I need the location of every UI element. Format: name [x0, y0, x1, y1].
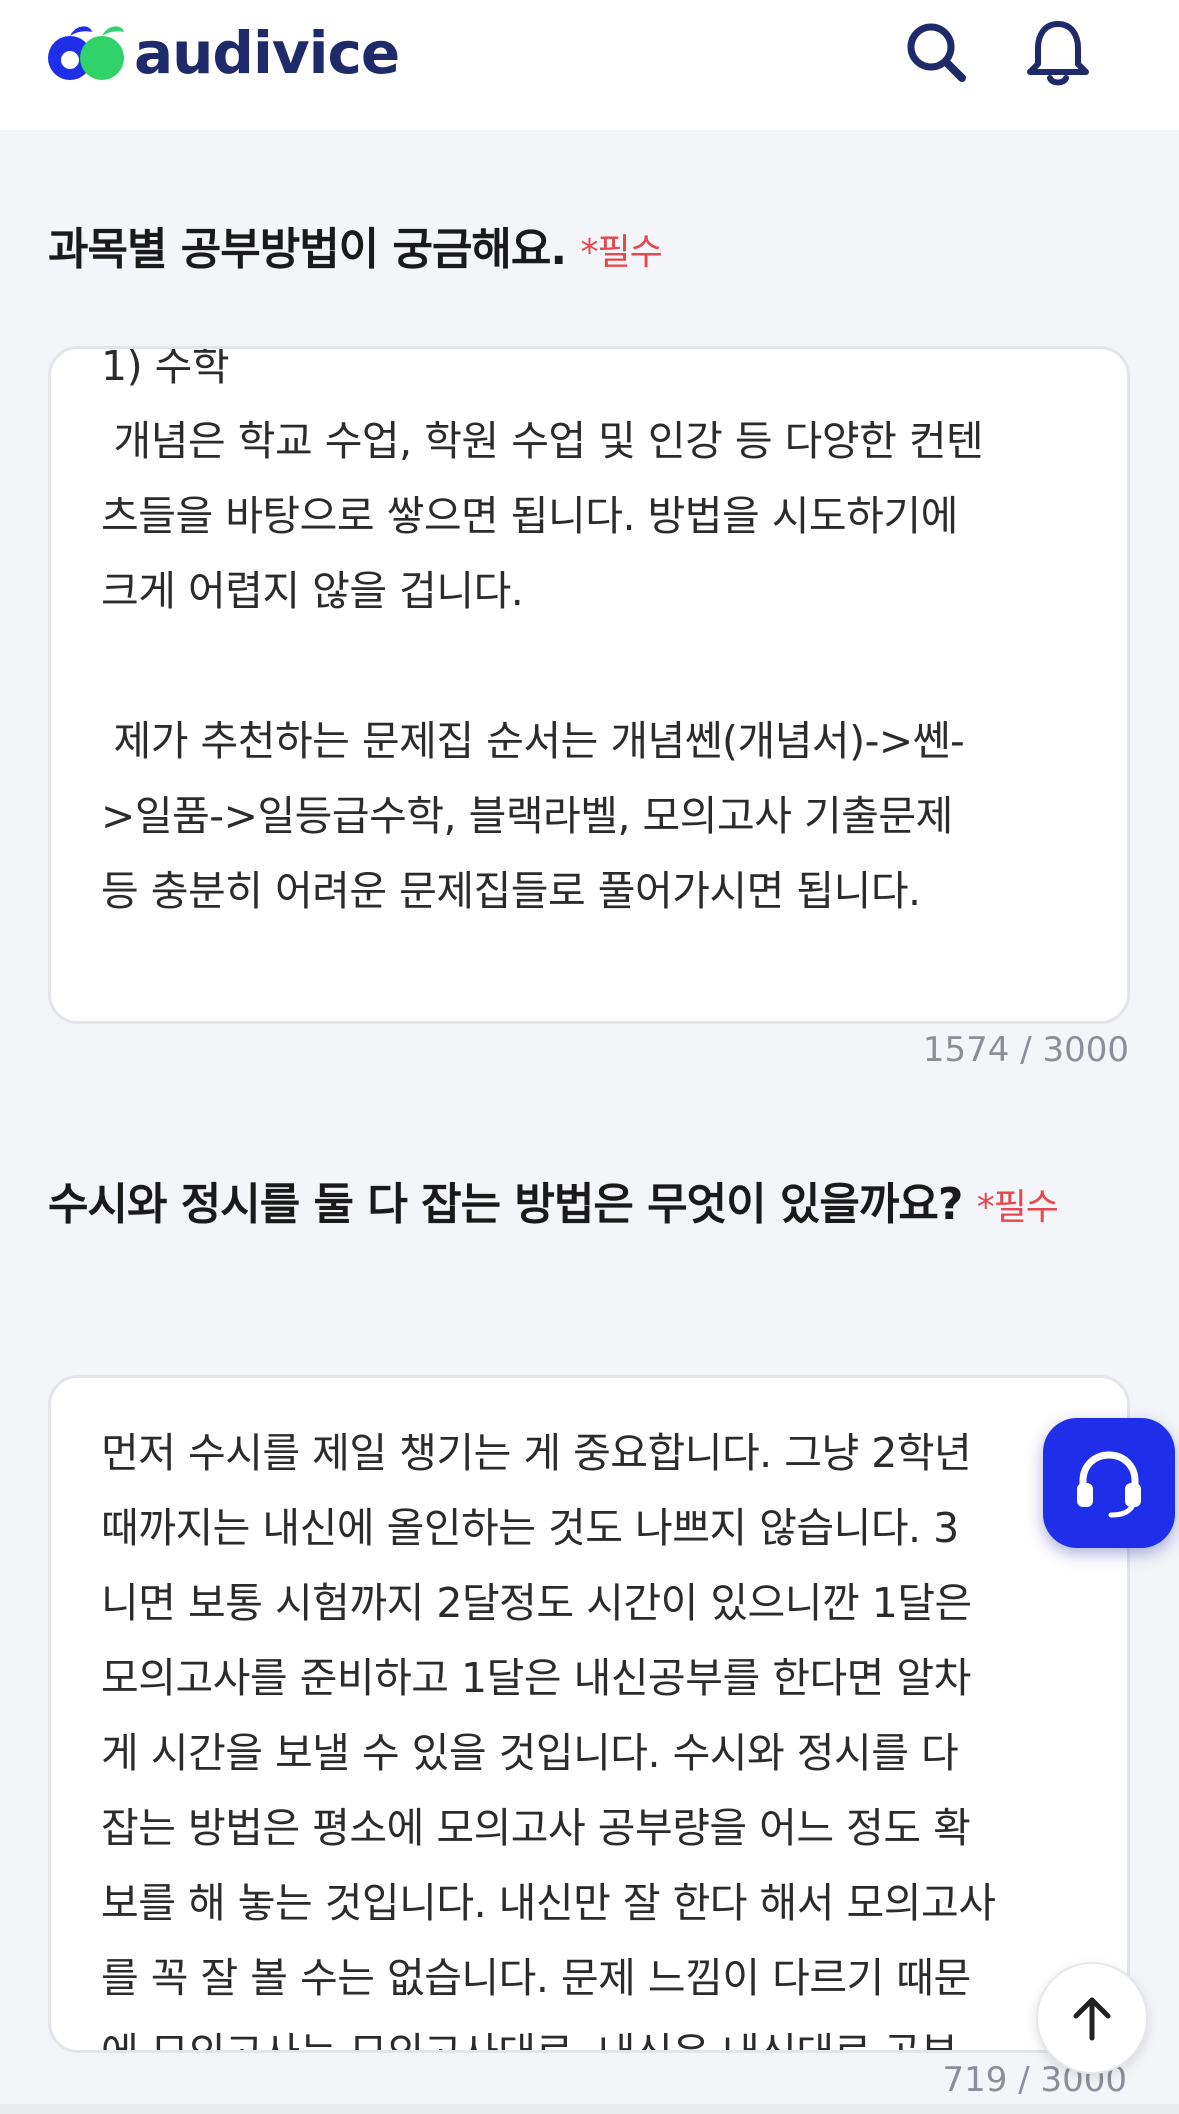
question-title-1: 과목별 공부방법이 궁금해요. *필수 — [48, 205, 1138, 298]
arrow-up-icon — [1073, 1997, 1111, 2041]
headset-icon — [1077, 1451, 1141, 1518]
bell-icon — [1027, 21, 1089, 86]
answer-text-2: 먼저 수시를 제일 챙기는 게 중요합니다. 그냥 2학년 때까지는 내신에 올… — [101, 1429, 996, 2053]
support-chat-button[interactable] — [1043, 1418, 1175, 1548]
logo[interactable]: audivice — [46, 18, 400, 88]
search-icon — [907, 23, 966, 82]
answer-textarea-1[interactable]: 1) 수학 개념은 학교 수업, 학원 수업 및 인강 등 다양한 컨텐 츠들을… — [48, 346, 1130, 1024]
search-button[interactable] — [898, 14, 974, 90]
answer-text-1: 1) 수학 개념은 학교 수업, 학원 수업 및 인강 등 다양한 컨텐 츠들을… — [101, 346, 984, 915]
question-text: 과목별 공부방법이 궁금해요. — [48, 224, 567, 275]
scroll-to-top-button[interactable] — [1036, 1962, 1148, 2074]
app-header: audivice — [0, 0, 1179, 130]
logo-text: audivice — [134, 19, 400, 87]
logo-mark-icon — [48, 26, 124, 80]
char-counter-1: 1574 / 3000 — [922, 1030, 1129, 1070]
bottom-divider — [0, 2104, 1179, 2114]
answer-textarea-2[interactable]: 먼저 수시를 제일 챙기는 게 중요합니다. 그냥 2학년 때까지는 내신에 올… — [48, 1375, 1130, 2053]
required-label: *필수 — [580, 232, 662, 273]
question-title-2: 수시와 정시를 둘 다 잡는 방법은 무엇이 있을까요? *필수 — [48, 1160, 1138, 1253]
notification-button[interactable] — [1020, 14, 1096, 90]
required-label: *필수 — [976, 1187, 1059, 1228]
question-text: 수시와 정시를 둘 다 잡는 방법은 무엇이 있을까요? — [48, 1179, 963, 1230]
